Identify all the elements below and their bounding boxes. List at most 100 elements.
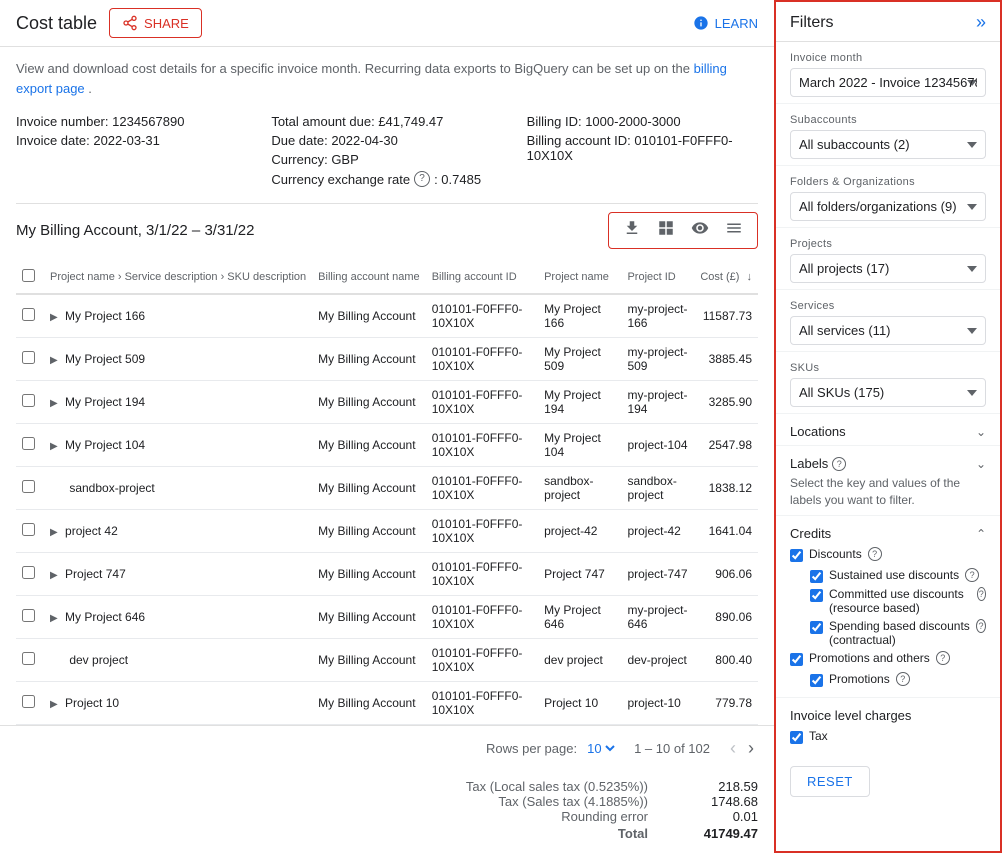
row-project-service: ▶ My Project 194 bbox=[44, 381, 312, 424]
filters-collapse-button[interactable]: » bbox=[976, 12, 986, 33]
table-view-button[interactable] bbox=[651, 217, 681, 244]
rows-per-page-select[interactable]: 10 25 50 bbox=[583, 740, 618, 757]
promotions-sub-item: Promotions ? bbox=[790, 672, 986, 687]
credits-toggle[interactable]: Credits ⌄ bbox=[790, 526, 986, 541]
expand-button[interactable]: ▶ bbox=[50, 355, 62, 366]
discounts-item: Discounts ? bbox=[790, 547, 986, 562]
folders-label: Folders & Organizations bbox=[790, 176, 986, 188]
grand-total-label: Total bbox=[618, 826, 648, 841]
committed-help-icon[interactable]: ? bbox=[977, 587, 986, 601]
labels-toggle[interactable]: Labels ? ⌄ bbox=[790, 456, 986, 471]
locations-toggle[interactable]: Locations ⌄ bbox=[790, 424, 986, 439]
col-cost: Cost (£) ↓ bbox=[694, 261, 758, 294]
subaccounts-label: Subaccounts bbox=[790, 114, 986, 126]
services-select[interactable]: All services (11) bbox=[790, 316, 986, 345]
labels-help-icon[interactable]: ? bbox=[832, 457, 846, 471]
row-project-id: project-10 bbox=[621, 682, 694, 725]
prev-page-button[interactable]: ‹ bbox=[726, 736, 740, 761]
projects-filter: Projects All projects (17) bbox=[776, 228, 1000, 290]
subaccounts-filter: Subaccounts All subaccounts (2) bbox=[776, 104, 1000, 166]
reset-row: RESET bbox=[776, 756, 1000, 811]
next-page-button[interactable]: › bbox=[744, 736, 758, 761]
exchange-help-icon[interactable]: ? bbox=[414, 171, 430, 187]
page-description: View and download cost details for a spe… bbox=[0, 47, 774, 106]
spending-based-checkbox[interactable] bbox=[810, 621, 823, 634]
row-billing-id: 010101-F0FFF0-10X10X bbox=[426, 510, 538, 553]
skus-select[interactable]: All SKUs (175) bbox=[790, 378, 986, 407]
row-checkbox[interactable] bbox=[22, 437, 35, 450]
row-billing-account: My Billing Account bbox=[312, 596, 426, 639]
discounts-help-icon[interactable]: ? bbox=[868, 547, 882, 561]
row-checkbox[interactable] bbox=[22, 480, 35, 493]
select-all-checkbox[interactable] bbox=[22, 269, 35, 282]
expand-button[interactable]: ▶ bbox=[50, 398, 62, 409]
promotions-label: Promotions and others bbox=[809, 651, 930, 665]
currency-label: Currency: bbox=[271, 152, 327, 167]
grand-total-value: 41749.47 bbox=[688, 826, 758, 841]
projects-select[interactable]: All projects (17) bbox=[790, 254, 986, 283]
committed-use-checkbox[interactable] bbox=[810, 589, 823, 602]
promotions-sub-checkbox[interactable] bbox=[810, 674, 823, 687]
col-project-name: Project name › Service description › SKU… bbox=[44, 261, 312, 294]
invoice-number-label: Invoice number: bbox=[16, 114, 109, 129]
promotions-help-icon[interactable]: ? bbox=[936, 651, 950, 665]
expand-button[interactable]: ▶ bbox=[50, 570, 62, 581]
tax-label: Tax bbox=[809, 729, 828, 743]
reset-button[interactable]: RESET bbox=[790, 766, 870, 797]
invoice-month-select[interactable]: March 2022 - Invoice 1234567890 bbox=[790, 68, 986, 97]
row-checkbox[interactable] bbox=[22, 609, 35, 622]
row-billing-account: My Billing Account bbox=[312, 553, 426, 596]
learn-button[interactable]: LEARN bbox=[693, 15, 758, 31]
promotions-checkbox[interactable] bbox=[790, 653, 803, 666]
row-project-name: My Project 509 bbox=[538, 338, 621, 381]
promotions-sub-help-icon[interactable]: ? bbox=[896, 672, 910, 686]
sustained-use-checkbox[interactable] bbox=[810, 570, 823, 583]
invoice-month-label: Invoice month bbox=[790, 52, 986, 64]
row-project-name: My Project 646 bbox=[538, 596, 621, 639]
row-project-name: Project 10 bbox=[538, 682, 621, 725]
billing-account-id-label: Billing account ID: bbox=[527, 133, 631, 148]
expand-button[interactable]: ▶ bbox=[50, 441, 62, 452]
invoice-date-label: Invoice date: bbox=[16, 133, 90, 148]
expand-button[interactable]: ▶ bbox=[50, 312, 62, 323]
row-checkbox[interactable] bbox=[22, 351, 35, 364]
columns-button[interactable] bbox=[719, 217, 749, 244]
locations-label: Locations bbox=[790, 424, 846, 439]
row-project-name: My Project 104 bbox=[538, 424, 621, 467]
row-billing-id: 010101-F0FFF0-10X10X bbox=[426, 338, 538, 381]
row-project-name: Project 747 bbox=[538, 553, 621, 596]
table-row: ▶ Project 747 My Billing Account 010101-… bbox=[16, 553, 758, 596]
row-checkbox[interactable] bbox=[22, 566, 35, 579]
table-row: ▶ My Project 509 My Billing Account 0101… bbox=[16, 338, 758, 381]
folders-select[interactable]: All folders/organizations (9) bbox=[790, 192, 986, 221]
visibility-button[interactable] bbox=[685, 217, 715, 244]
share-button[interactable]: SHARE bbox=[109, 8, 202, 38]
promotions-item: Promotions and others ? bbox=[790, 651, 986, 666]
currency-value: GBP bbox=[331, 152, 358, 167]
row-project-id: project-42 bbox=[621, 510, 694, 553]
row-billing-id: 010101-F0FFF0-10X10X bbox=[426, 424, 538, 467]
spending-help-icon[interactable]: ? bbox=[976, 619, 986, 633]
row-checkbox[interactable] bbox=[22, 652, 35, 665]
billing-id-label: Billing ID: bbox=[527, 114, 582, 129]
expand-button[interactable]: ▶ bbox=[50, 699, 62, 710]
row-project-service: ▶ My Project 509 bbox=[44, 338, 312, 381]
download-button[interactable] bbox=[617, 217, 647, 244]
row-billing-account: My Billing Account bbox=[312, 639, 426, 682]
row-checkbox[interactable] bbox=[22, 394, 35, 407]
tax-checkbox[interactable] bbox=[790, 731, 803, 744]
subaccounts-select[interactable]: All subaccounts (2) bbox=[790, 130, 986, 159]
row-project-service: sandbox-project bbox=[44, 467, 312, 510]
row-checkbox[interactable] bbox=[22, 695, 35, 708]
discounts-checkbox[interactable] bbox=[790, 549, 803, 562]
sustained-help-icon[interactable]: ? bbox=[965, 568, 979, 582]
committed-use-label: Committed use discounts (resource based) bbox=[829, 587, 971, 615]
row-checkbox[interactable] bbox=[22, 523, 35, 536]
table-toolbar bbox=[608, 212, 758, 249]
spending-based-label: Spending based discounts (contractual) bbox=[829, 619, 970, 647]
expand-button[interactable]: ▶ bbox=[50, 613, 62, 624]
expand-button[interactable]: ▶ bbox=[50, 527, 62, 538]
row-checkbox[interactable] bbox=[22, 308, 35, 321]
billing-account-title: My Billing Account, 3/1/22 – 3/31/22 bbox=[16, 222, 254, 239]
row-billing-id: 010101-F0FFF0-10X10X bbox=[426, 381, 538, 424]
